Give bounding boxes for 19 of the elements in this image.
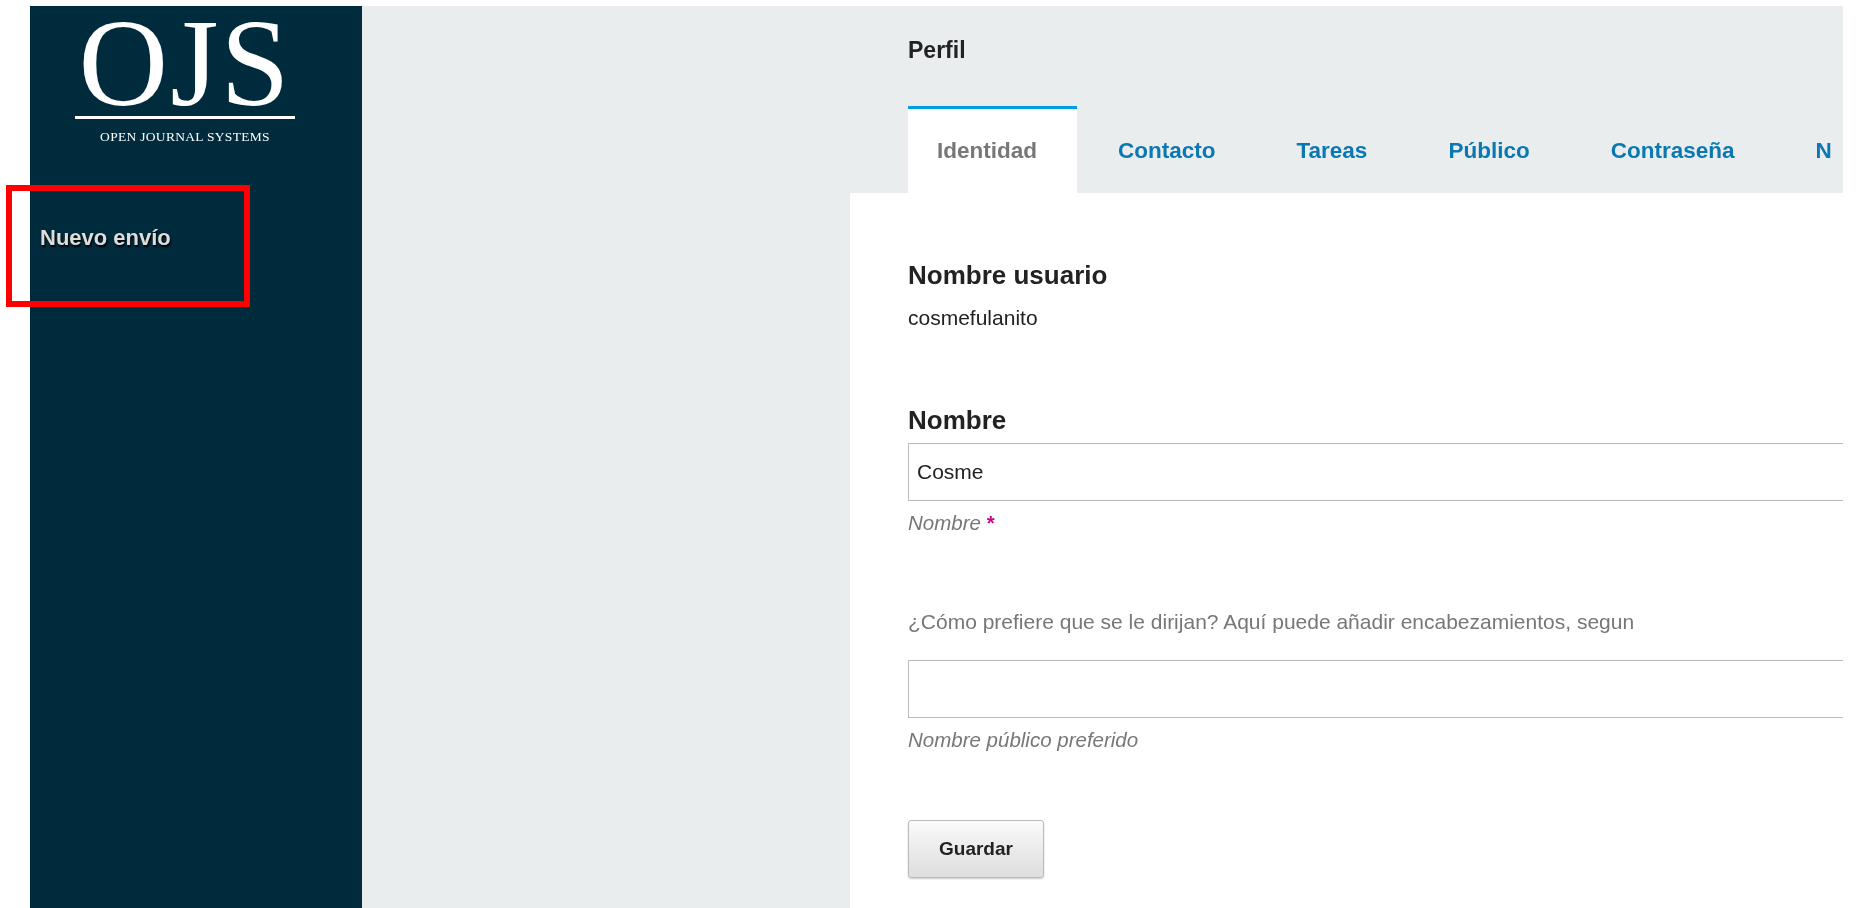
field-label: Nombre usuario <box>908 260 1108 290</box>
text-field[interactable] <box>908 660 1843 718</box>
field-description: ¿Cómo prefiere que se le dirijan? Aquí puede añadir encabezamientos, segun <box>908 610 1635 634</box>
text-field[interactable]: Cosme <box>908 443 1843 501</box>
save-button[interactable]: Guardar <box>908 820 1044 878</box>
page-title: Perfil <box>908 36 967 65</box>
field-hint: Nombre * <box>908 511 995 535</box>
profile-tab[interactable]: N <box>1786 106 1832 193</box>
profile-tab[interactable]: Tareas <box>1267 106 1408 193</box>
field-label: Nombre <box>908 405 1007 435</box>
profile-tab[interactable]: Contacto <box>1089 106 1256 193</box>
logo-title: OJS <box>74 12 296 119</box>
profile-tab[interactable]: Público <box>1419 106 1570 193</box>
profile-tab[interactable]: Contraseña <box>1581 106 1775 193</box>
logo-subtitle: OPEN JOURNAL SYSTEMS <box>100 129 270 145</box>
profile-tab[interactable]: Identidad <box>908 106 1077 193</box>
field-value: cosmefulanito <box>908 306 1039 330</box>
sidebar-link[interactable]: Nuevo envío <box>40 225 171 251</box>
field-hint: Nombre público preferido <box>908 728 1139 752</box>
